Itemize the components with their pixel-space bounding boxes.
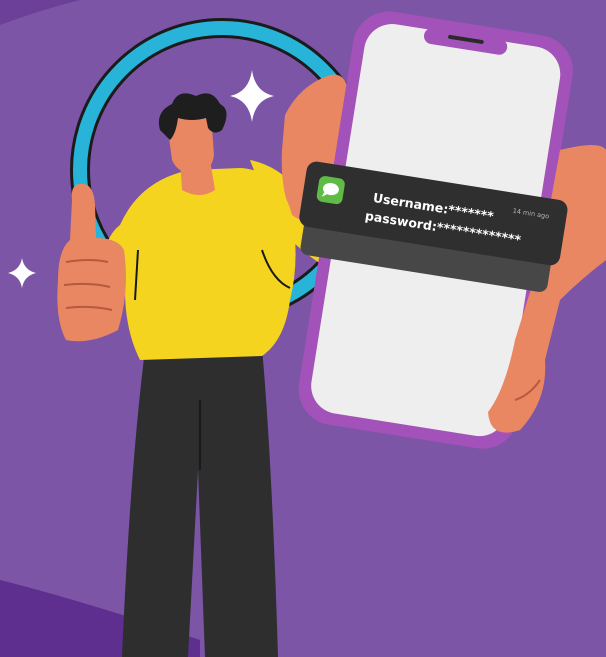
illustration-scene: Username:******* password:************* … [0,0,606,657]
